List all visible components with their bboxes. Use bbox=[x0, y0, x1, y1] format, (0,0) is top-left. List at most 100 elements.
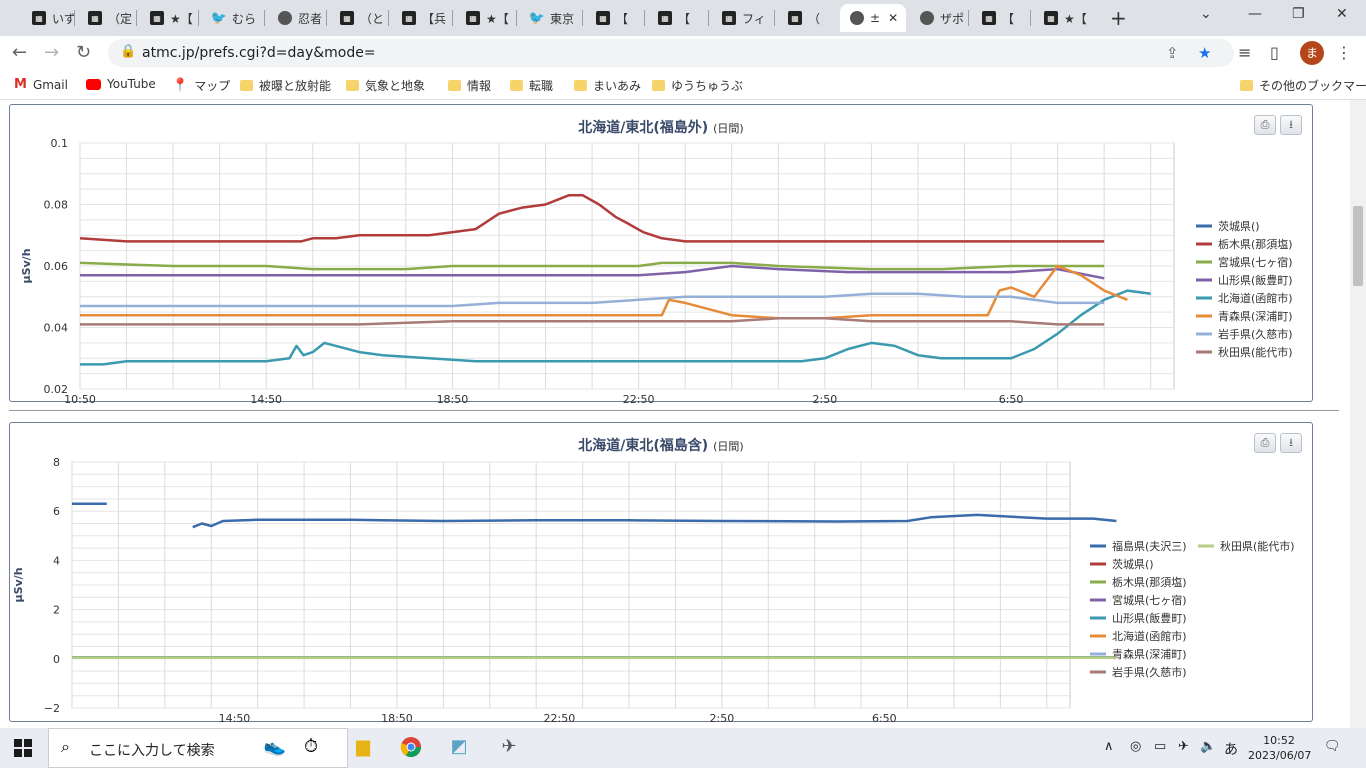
globe-icon bbox=[920, 11, 934, 25]
tab-8[interactable]: ▦ ★【 bbox=[456, 4, 510, 32]
tab-4[interactable]: 🐦 むらこ bbox=[202, 4, 256, 32]
avatar[interactable]: ま bbox=[1300, 41, 1324, 65]
media-icon[interactable]: ≡ bbox=[1238, 43, 1251, 62]
minimize-icon[interactable]: — bbox=[1248, 6, 1262, 22]
new-tab-icon[interactable]: + bbox=[1110, 6, 1127, 30]
tab-12[interactable]: ▦ フィラ bbox=[712, 4, 766, 32]
legend-entry: 茨城県() bbox=[1218, 219, 1260, 233]
close-tab-icon[interactable]: ✕ bbox=[888, 11, 898, 25]
battery-icon[interactable]: ▭ bbox=[1154, 739, 1166, 754]
tab-11[interactable]: ▦ 【 § bbox=[648, 4, 702, 32]
gmail-icon: M bbox=[14, 77, 27, 92]
side-panel-icon[interactable]: ▯ bbox=[1270, 43, 1279, 62]
y-tick-label: 2 bbox=[53, 604, 60, 617]
tab-3[interactable]: ▦ ★【 bbox=[140, 4, 194, 32]
tab-separator bbox=[198, 10, 199, 26]
address-bar[interactable]: 🔒 atmc.jp/prefs.cgi?d=day&mode= ⇪ ★ bbox=[108, 39, 1234, 67]
x-tick-label: 2:50 bbox=[710, 712, 735, 723]
tab-label: ★【 bbox=[1064, 11, 1087, 26]
x-tick-label: 14:50 bbox=[250, 393, 282, 403]
tab-2[interactable]: ▦ （定 bbox=[78, 4, 132, 32]
menu-icon[interactable]: ⋮ bbox=[1336, 43, 1352, 62]
chevron-up-icon[interactable]: ∧ bbox=[1104, 739, 1114, 754]
bookmark-6[interactable]: 情報 bbox=[448, 77, 491, 94]
folder-icon bbox=[346, 80, 359, 91]
clock[interactable]: 10:52 2023/06/07 bbox=[1248, 733, 1311, 763]
bookmark-label: 被曝と放射能 bbox=[259, 79, 332, 93]
bookmark-3[interactable]: 📍 マップ bbox=[172, 77, 230, 94]
tab-9[interactable]: 🐦 東京 bbox=[520, 4, 574, 32]
url-text[interactable]: atmc.jp/prefs.cgi?d=day&mode= bbox=[142, 45, 376, 61]
x-tick-label: 2:50 bbox=[812, 393, 837, 403]
back-icon[interactable]: ← bbox=[12, 42, 27, 63]
site-icon: ▦ bbox=[402, 11, 416, 25]
share-icon[interactable]: ⇪ bbox=[1166, 44, 1179, 62]
taskbar: ⌕ ここに入力して検索 👟 ⏱ ▆ ◩ ✈ ∧ ◎ ▭ ✈ 🔈 あ 10:52 … bbox=[0, 728, 1366, 768]
reload-icon[interactable]: ↻ bbox=[76, 42, 91, 63]
legend-entry: 青森県(深浦町) bbox=[1218, 309, 1293, 323]
browser-toolbar: ← → ↻ 🔒 atmc.jp/prefs.cgi?d=day&mode= ⇪ … bbox=[0, 36, 1366, 70]
tab-10[interactable]: ▦ 【 済 bbox=[586, 4, 640, 32]
airplane-mode-icon[interactable]: ✈ bbox=[1178, 739, 1189, 754]
bookmark-2[interactable]: YouTube bbox=[86, 77, 156, 91]
bookmark-label: マップ bbox=[194, 79, 231, 93]
tab-separator bbox=[774, 10, 775, 26]
tab-separator bbox=[516, 10, 517, 26]
bookmark-4[interactable]: 被曝と放射能 bbox=[240, 77, 331, 94]
legend-entry: 山形県(飯豊町) bbox=[1112, 611, 1187, 625]
ime-indicator[interactable]: あ bbox=[1224, 739, 1238, 759]
search-icon: ⌕ bbox=[61, 737, 70, 756]
bookmark-9[interactable]: ゆうちゅうぶ bbox=[652, 77, 743, 94]
twitter-icon: 🐦 bbox=[210, 10, 228, 26]
tab-15[interactable]: ザポ bbox=[910, 4, 964, 32]
site-icon: ▦ bbox=[658, 11, 672, 25]
tab-6[interactable]: ▦ （と bbox=[330, 4, 384, 32]
close-window-icon[interactable]: ✕ bbox=[1336, 6, 1348, 22]
bookmark-label: ゆうちゅうぶ bbox=[671, 79, 744, 93]
tab-label: いずれ bbox=[52, 11, 76, 26]
windows-start-icon[interactable] bbox=[14, 739, 32, 757]
bookmark-5[interactable]: 気象と地象 bbox=[346, 77, 425, 94]
chrome-icon[interactable] bbox=[398, 736, 424, 760]
tab-label: 【 済 bbox=[616, 11, 640, 26]
tab-13[interactable]: ▦ （ bbox=[778, 4, 832, 32]
network-icon[interactable]: ◎ bbox=[1130, 739, 1141, 754]
forward-icon[interactable]: → bbox=[44, 42, 59, 63]
legend-entry: 青森県(深浦町) bbox=[1112, 647, 1187, 661]
notification-icon[interactable]: 🗨 bbox=[1324, 739, 1341, 754]
legend-entry: 宮城県(七ヶ宿) bbox=[1112, 593, 1187, 607]
volume-icon[interactable]: 🔈 bbox=[1200, 739, 1216, 754]
tab-label: ± bbox=[870, 11, 881, 25]
legend-entry: 秋田県(能代市) bbox=[1218, 345, 1293, 359]
tab-17[interactable]: ▦ ★【 bbox=[1034, 4, 1088, 32]
bookmark-7[interactable]: 転職 bbox=[510, 77, 553, 94]
tab-label: 【 § bbox=[678, 11, 702, 26]
tab-14[interactable]: ± ✕ bbox=[840, 4, 906, 32]
file-explorer-icon[interactable]: ▆ bbox=[350, 736, 376, 760]
scrollbar[interactable] bbox=[1350, 100, 1366, 728]
bookmark-1[interactable]: M Gmail bbox=[14, 77, 68, 92]
x-tick-label: 18:50 bbox=[437, 393, 469, 403]
site-icon: ▦ bbox=[788, 11, 802, 25]
x-tick-label: 18:50 bbox=[381, 712, 413, 723]
y-tick-label: 0.1 bbox=[51, 137, 69, 150]
bookmark-8[interactable]: まいあみ bbox=[574, 77, 641, 94]
tab-16[interactable]: ▦ 【 フ bbox=[972, 4, 1026, 32]
scroll-thumb[interactable] bbox=[1353, 206, 1363, 286]
app-icon[interactable]: ◩ bbox=[446, 736, 472, 760]
tab-search-icon[interactable]: ⌄ bbox=[1200, 6, 1212, 22]
tab-7[interactable]: ▦ 【兵 bbox=[392, 4, 446, 32]
globe-icon bbox=[278, 11, 292, 25]
tab-label: ★【 bbox=[486, 11, 509, 26]
bookmark-label: 転職 bbox=[529, 79, 554, 93]
folder-icon bbox=[574, 80, 587, 91]
lock-icon: 🔒 bbox=[120, 44, 137, 59]
tab-5[interactable]: 忍者 bbox=[268, 4, 322, 32]
globe-icon bbox=[850, 11, 864, 25]
airplane-app-icon[interactable]: ✈ bbox=[496, 736, 522, 760]
tab-1[interactable]: ▦ いずれ bbox=[22, 4, 76, 32]
x-tick-label: 6:50 bbox=[999, 393, 1024, 403]
restore-icon[interactable]: ❐ bbox=[1292, 6, 1305, 22]
bookmark-star-icon[interactable]: ★ bbox=[1198, 44, 1211, 62]
bookmark-other[interactable]: その他のブックマーク bbox=[1240, 77, 1366, 94]
